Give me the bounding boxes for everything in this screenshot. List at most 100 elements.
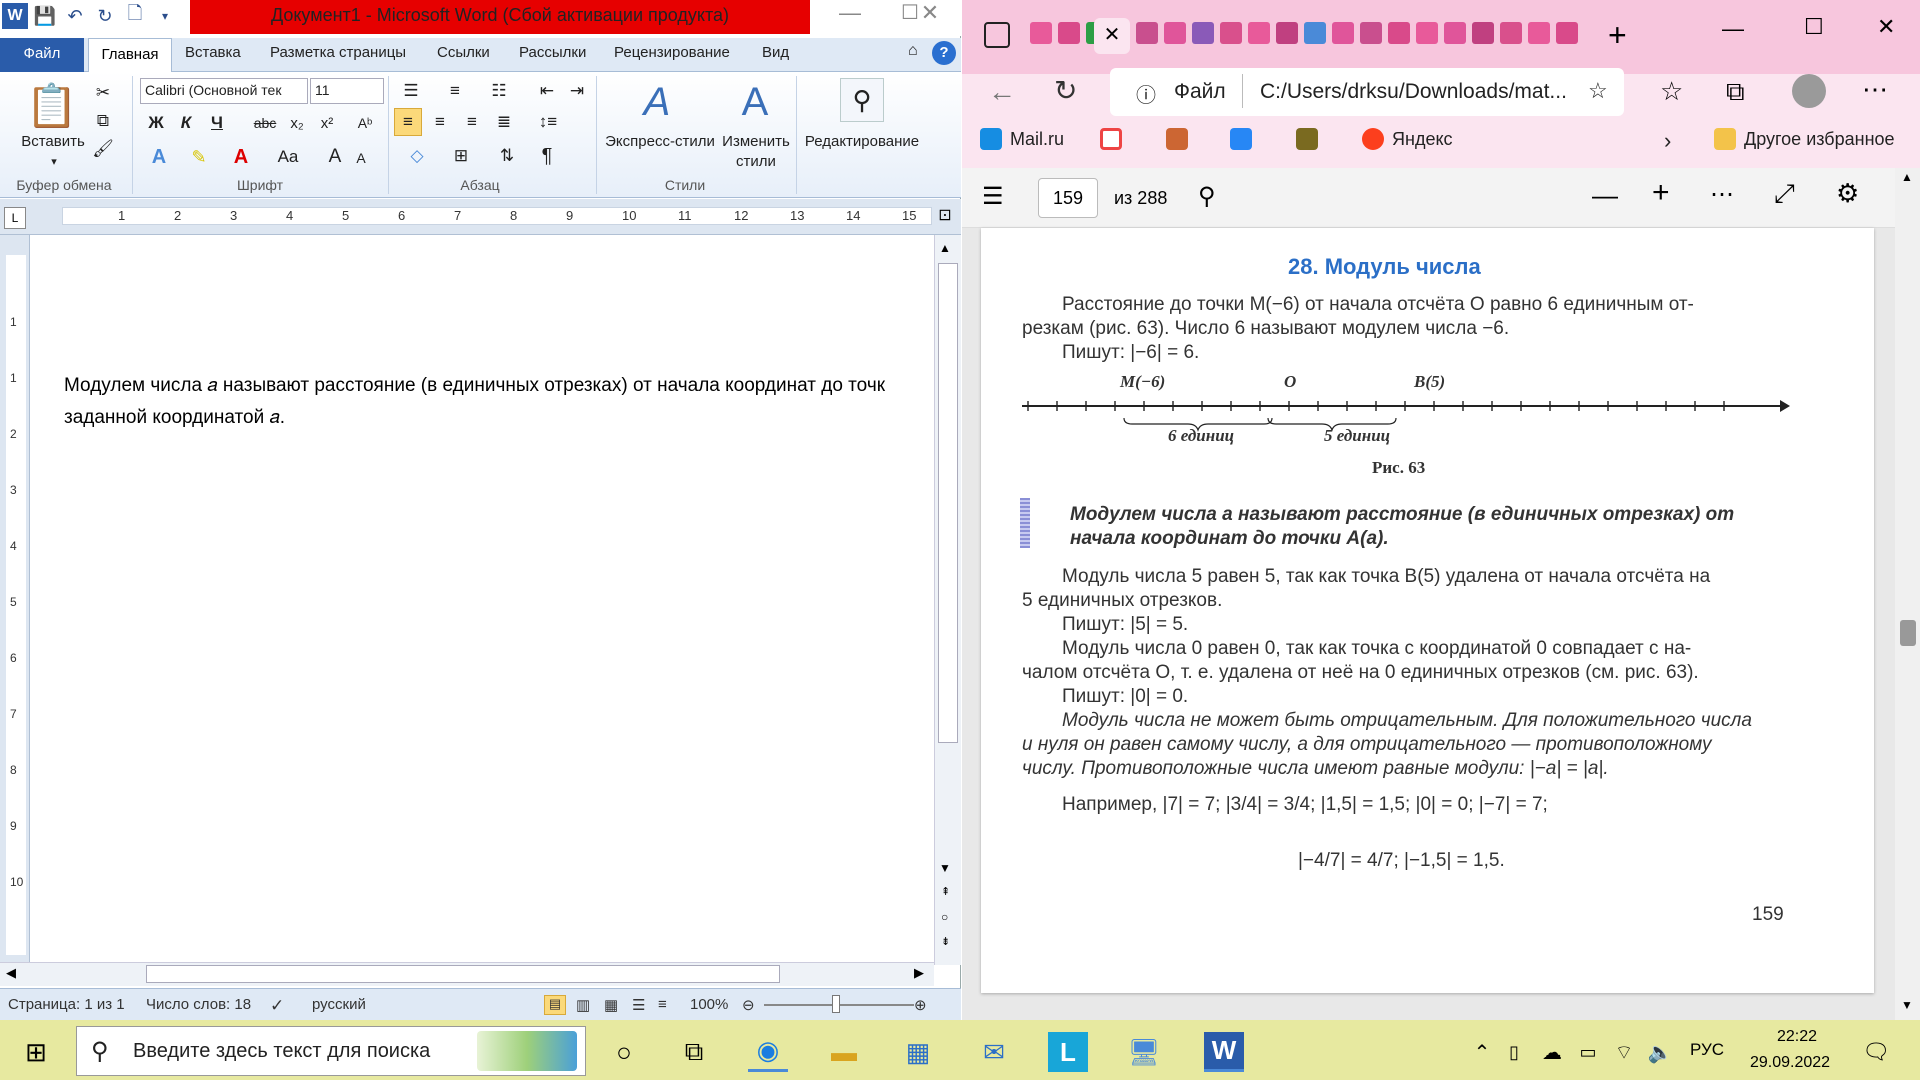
pdf-scroll-up-icon[interactable]: ▲: [1901, 170, 1913, 184]
underline-icon[interactable]: Ч: [204, 110, 230, 136]
qat-customize-icon[interactable]: ▾: [152, 3, 178, 29]
scroll-left-icon[interactable]: ◀: [6, 965, 16, 981]
pdf-settings-icon[interactable]: ⚙: [1836, 178, 1859, 209]
paste-button[interactable]: Вставить: [14, 130, 92, 152]
tab-insert[interactable]: Вставка: [185, 44, 241, 61]
font-name-combo[interactable]: Calibri (Основной тек: [140, 78, 308, 104]
bold-icon[interactable]: Ж: [144, 110, 168, 136]
refresh-icon[interactable]: ↻: [1054, 74, 1077, 107]
favorite-yandex[interactable]: Яндекс: [1362, 128, 1453, 150]
taskbar-store-icon[interactable]: ▦: [898, 1032, 938, 1072]
favorites-overflow-icon[interactable]: ›: [1664, 128, 1671, 154]
zoom-in-pdf-icon[interactable]: +: [1652, 176, 1670, 210]
tray-date[interactable]: 29.09.2022: [1740, 1054, 1840, 1072]
task-view-icon[interactable]: ⧉: [674, 1032, 714, 1072]
copy-icon[interactable]: ⧉: [90, 108, 116, 134]
draft-view-icon[interactable]: ≡: [658, 996, 667, 1013]
taskbar-l-app-icon[interactable]: L: [1048, 1032, 1088, 1072]
zoom-level[interactable]: 100%: [690, 996, 728, 1013]
shrink-font-icon[interactable]: A: [350, 146, 372, 170]
tray-language[interactable]: РУС: [1690, 1040, 1724, 1060]
browser-tab[interactable]: [1248, 22, 1270, 44]
tray-time[interactable]: 22:22: [1762, 1028, 1832, 1046]
edge-minimize-button[interactable]: —: [1722, 16, 1744, 42]
zoom-in-icon[interactable]: ⊕: [914, 996, 927, 1014]
browser-tab[interactable]: [1556, 22, 1578, 44]
browser-tab[interactable]: [1388, 22, 1410, 44]
pdf-scroll-down-icon[interactable]: ▼: [1901, 998, 1913, 1012]
minimize-button[interactable]: —: [820, 0, 880, 28]
ribbon-collapse-icon[interactable]: ⌂: [908, 42, 918, 60]
undo-icon[interactable]: ↶: [62, 3, 88, 29]
font-size-combo[interactable]: 11: [310, 78, 384, 104]
word-horizontal-scrollbar[interactable]: ◀ ▶: [0, 962, 934, 986]
horizontal-ruler[interactable]: L 1 2 3 4 5 6 7 8 9 10 11 12 13 14 15 ⊡: [0, 199, 961, 235]
page-number-input[interactable]: 159: [1038, 178, 1098, 218]
status-word-count[interactable]: Число слов: 18: [146, 996, 251, 1013]
cut-icon[interactable]: ✂: [90, 80, 116, 106]
change-styles-icon[interactable]: A: [728, 76, 782, 128]
tray-wifi-icon[interactable]: ⌔: [1604, 1032, 1644, 1072]
word-hscroll-thumb[interactable]: [146, 965, 780, 983]
tab-layout[interactable]: Разметка страницы: [270, 44, 406, 61]
tray-battery-icon[interactable]: ▭: [1568, 1032, 1608, 1072]
prev-page-icon[interactable]: ⇞: [941, 885, 950, 898]
sort-icon[interactable]: ⇅: [494, 142, 520, 170]
document-page[interactable]: [30, 258, 936, 962]
decrease-indent-icon[interactable]: ⇤: [534, 78, 560, 104]
line-spacing-icon[interactable]: ↕≡: [530, 108, 566, 136]
browser-tab[interactable]: [1472, 22, 1494, 44]
info-icon[interactable]: ⓘ: [1136, 79, 1156, 108]
browser-tab[interactable]: [1444, 22, 1466, 44]
pdf-scroll-thumb[interactable]: [1900, 620, 1916, 646]
numbering-icon[interactable]: ≡: [440, 78, 470, 104]
browser-tab[interactable]: [1500, 22, 1522, 44]
reading-view-icon[interactable]: ▥: [576, 996, 590, 1014]
taskbar-explorer-icon[interactable]: ▬: [824, 1032, 864, 1072]
favorite-vk[interactable]: [1230, 128, 1252, 150]
taskbar-word-icon[interactable]: W: [1204, 1032, 1244, 1072]
browser-tab[interactable]: [1304, 22, 1326, 44]
borders-icon[interactable]: ⊞: [444, 142, 478, 170]
redo-icon[interactable]: ↻: [92, 3, 118, 29]
browser-tab[interactable]: [1276, 22, 1298, 44]
scroll-up-icon[interactable]: ▲: [939, 241, 951, 255]
clear-format-icon[interactable]: Aᵇ: [352, 110, 378, 136]
word-scroll-thumb[interactable]: [938, 263, 958, 743]
tab-review[interactable]: Рецензирование: [614, 44, 730, 61]
print-preview-icon[interactable]: 🗋: [122, 3, 148, 29]
address-bar[interactable]: ⓘ Файл C:/Users/drksu/Downloads/mat... ☆: [1110, 68, 1624, 116]
fit-page-icon[interactable]: ⤢: [1774, 178, 1795, 210]
view-ruler-icon[interactable]: ⊡: [932, 205, 958, 229]
shading-icon[interactable]: ◇: [400, 142, 434, 170]
favorite-google[interactable]: [1100, 128, 1122, 150]
collections-icon[interactable]: ⧉: [1726, 76, 1745, 108]
zoom-out-icon[interactable]: ⊖: [742, 996, 755, 1014]
help-icon[interactable]: ?: [932, 41, 956, 65]
status-language[interactable]: русский: [312, 996, 366, 1013]
align-right-icon[interactable]: ≡: [458, 108, 486, 136]
cortana-icon[interactable]: ○: [604, 1032, 644, 1072]
tab-actions-icon[interactable]: [984, 22, 1010, 48]
align-center-icon[interactable]: ≡: [426, 108, 454, 136]
favorite-site-2[interactable]: [1296, 128, 1318, 150]
tray-device-icon[interactable]: ▯: [1494, 1032, 1534, 1072]
notifications-icon[interactable]: 🗨: [1856, 1032, 1896, 1072]
tab-view[interactable]: Вид: [762, 44, 789, 61]
status-page[interactable]: Страница: 1 из 1: [8, 996, 125, 1013]
binoculars-icon[interactable]: ⚲: [840, 78, 884, 122]
web-layout-icon[interactable]: ▦: [604, 996, 618, 1014]
back-icon[interactable]: ←: [988, 76, 1016, 108]
multilevel-list-icon[interactable]: ☷: [484, 78, 514, 104]
profile-avatar[interactable]: [1792, 74, 1826, 108]
text-effects-icon[interactable]: A: [144, 144, 174, 170]
zoom-out-pdf-icon[interactable]: —: [1592, 180, 1618, 211]
tray-volume-icon[interactable]: 🔈: [1640, 1032, 1680, 1072]
close-button[interactable]: ✕: [900, 0, 960, 28]
browse-object-icon[interactable]: ○: [941, 910, 948, 924]
justify-icon[interactable]: ≣: [490, 108, 518, 136]
contents-icon[interactable]: ☰: [982, 182, 1004, 211]
font-color-icon[interactable]: A: [226, 144, 256, 170]
highlight-icon[interactable]: ✎: [184, 144, 214, 170]
favorite-mailru[interactable]: Mail.ru: [980, 128, 1064, 150]
